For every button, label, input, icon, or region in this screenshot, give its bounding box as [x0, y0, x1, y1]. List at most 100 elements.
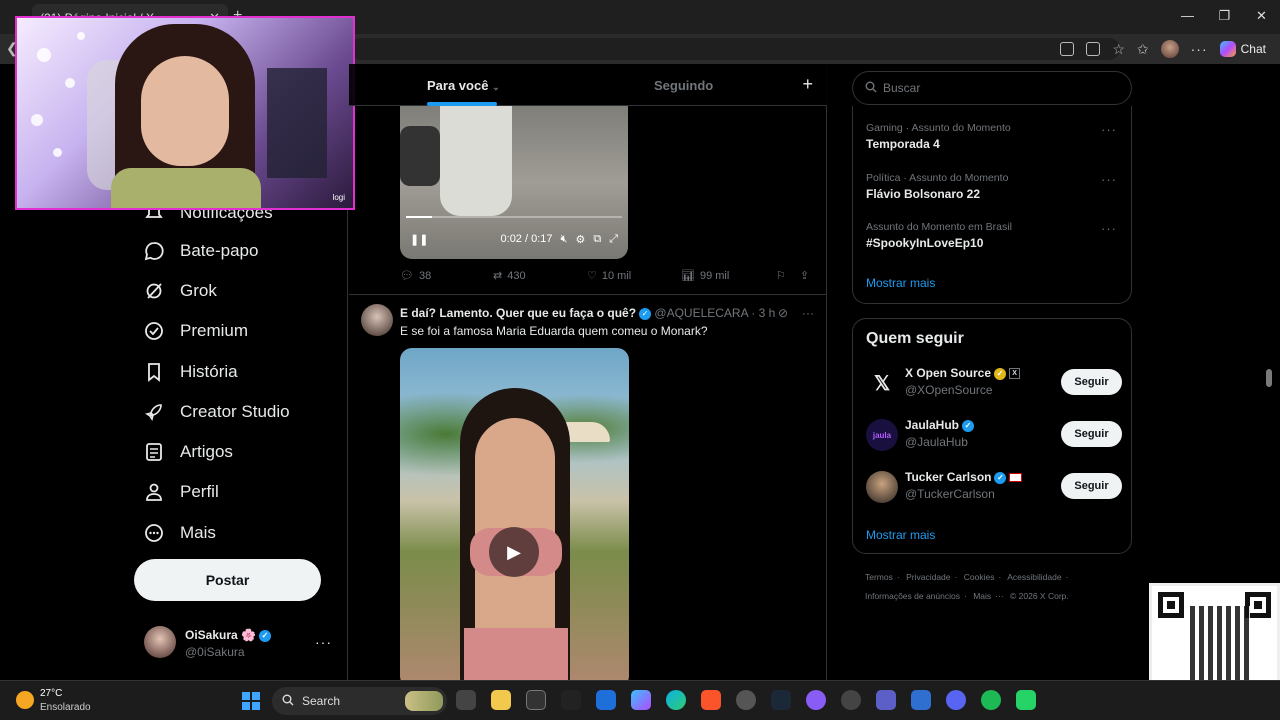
- nav-item-bate-papo[interactable]: Bate-papo: [144, 238, 258, 264]
- account-more-icon[interactable]: ···: [315, 634, 332, 650]
- tab-seguindo[interactable]: Seguindo: [654, 78, 713, 93]
- account-name-row: OiSakura 🌸 ✓: [185, 628, 271, 642]
- pause-icon[interactable]: ❚❚: [410, 233, 428, 246]
- tweet-divider: [349, 294, 827, 295]
- trend-item[interactable]: Assunto do Momento em Brasil #SpookyInLo…: [866, 221, 1012, 250]
- favorite-star-icon[interactable]: ☆: [1112, 41, 1125, 58]
- app-icon[interactable]: [736, 690, 756, 710]
- who-show-more-link[interactable]: Mostrar mais: [866, 528, 935, 542]
- nav-item-mais[interactable]: Mais: [144, 520, 216, 546]
- video-progress-bar[interactable]: [406, 216, 622, 218]
- x-logo-icon: 𝕏: [866, 367, 898, 399]
- footer-terms-link[interactable]: Termos: [865, 572, 893, 582]
- url-field[interactable]: [350, 38, 1120, 60]
- like-button[interactable]: ♡ 10 mil: [587, 269, 631, 283]
- steam-icon[interactable]: [771, 690, 791, 710]
- nav-label: Grok: [180, 281, 217, 300]
- tweet-time[interactable]: · 3 h: [751, 306, 775, 320]
- bookmark-button[interactable]: ⚐: [776, 269, 786, 282]
- trend-meta: Política · Assunto do Momento: [866, 172, 1009, 184]
- search-highlight-image: [405, 691, 443, 711]
- suggestion-name: JaulaHub: [905, 418, 960, 432]
- settings-icon[interactable]: ⚙: [575, 233, 585, 246]
- minimize-button[interactable]: —: [1169, 0, 1206, 34]
- trend-item[interactable]: Gaming · Assunto do Momento Temporada 4: [866, 122, 1011, 151]
- tweet-video-player[interactable]: ❚❚ 0:02 / 0:17 🔇︎ ⚙ ⧉ ⤢: [400, 106, 628, 259]
- share-icon[interactable]: ⇪: [800, 269, 809, 282]
- taskbar-search[interactable]: Search: [272, 687, 447, 715]
- footer-cookies-link[interactable]: Cookies: [964, 572, 995, 582]
- follow-button[interactable]: Seguir: [1061, 369, 1122, 395]
- scrollbar-thumb[interactable]: [1266, 369, 1272, 387]
- tab-para-voce[interactable]: Para você ⌄: [427, 78, 500, 93]
- search-input[interactable]: Buscar: [852, 71, 1132, 105]
- file-explorer-icon[interactable]: [491, 690, 511, 710]
- app-icon[interactable]: [526, 690, 546, 710]
- follow-button[interactable]: Seguir: [1061, 473, 1122, 499]
- nav-item-creator-studio[interactable]: Creator Studio: [144, 399, 290, 425]
- trend-more-icon[interactable]: ···: [1101, 172, 1117, 187]
- account-switcher[interactable]: OiSakura 🌸 ✓ @0iSakura ···: [144, 626, 334, 660]
- copilot-icon[interactable]: [631, 690, 651, 710]
- app-icon[interactable]: [841, 690, 861, 710]
- reply-button[interactable]: 💬︎ 38: [400, 269, 431, 283]
- favorites-icon[interactable]: ✩: [1137, 41, 1149, 58]
- reader-icon[interactable]: [1086, 42, 1101, 56]
- brave-icon[interactable]: [701, 690, 721, 710]
- windows-start-icon[interactable]: [242, 692, 260, 710]
- extension-icon[interactable]: [1060, 42, 1075, 56]
- tweet-video-player[interactable]: ▶: [400, 348, 629, 680]
- footer-ads-info-link[interactable]: Informações de anúncios: [865, 591, 960, 601]
- retweet-button[interactable]: ⇄ 430: [493, 269, 526, 283]
- play-icon[interactable]: ▶: [489, 527, 539, 577]
- follow-button[interactable]: Seguir: [1061, 421, 1122, 447]
- grok-icon[interactable]: ⊘: [778, 306, 788, 320]
- close-window-button[interactable]: ✕: [1243, 0, 1280, 34]
- edge-icon[interactable]: [666, 690, 686, 710]
- footer-privacy-link[interactable]: Privacidade: [906, 572, 950, 582]
- mute-icon[interactable]: 🔇︎: [561, 233, 568, 246]
- tweet-author-handle[interactable]: @AQUELECARA: [654, 306, 748, 320]
- trend-item[interactable]: Política · Assunto do Momento Flávio Bol…: [866, 172, 1008, 201]
- task-view-icon[interactable]: [456, 690, 476, 710]
- nav-item-grok[interactable]: Grok: [144, 278, 217, 304]
- video-time: 0:02 / 0:17: [500, 233, 553, 245]
- tweet-more-icon[interactable]: ···: [802, 306, 814, 320]
- tweet-author-name[interactable]: E daí? Lamento. Quer que eu faça o quê?: [400, 306, 636, 320]
- browser-menu-icon[interactable]: ···: [1191, 41, 1208, 57]
- follow-suggestion[interactable]: jaula JaulaHub ✓ @JaulaHub Seguir: [866, 418, 1122, 454]
- footer-accessibility-link[interactable]: Acessibilidade: [1007, 572, 1061, 582]
- pip-icon[interactable]: ⧉: [593, 233, 601, 246]
- footer-more-link[interactable]: Mais: [973, 591, 991, 601]
- copilot-chat-button[interactable]: Chat: [1219, 41, 1266, 57]
- add-tab-icon[interactable]: +: [802, 74, 813, 95]
- who-to-follow-title: Quem seguir: [866, 330, 964, 347]
- whatsapp-icon[interactable]: [1016, 690, 1036, 710]
- footer-sep: ·: [954, 572, 958, 582]
- microsoft-store-icon[interactable]: [596, 690, 616, 710]
- spotify-icon[interactable]: [981, 690, 1001, 710]
- maximize-button[interactable]: ❐: [1206, 0, 1243, 34]
- profile-avatar[interactable]: [1160, 40, 1179, 58]
- verified-badge-icon: ✓: [258, 629, 271, 642]
- app-icon[interactable]: [911, 690, 931, 710]
- follow-suggestion[interactable]: Tucker Carlson ✓ @TuckerCarlson Seguir: [866, 470, 1122, 506]
- trends-show-more-link[interactable]: Mostrar mais: [866, 276, 935, 290]
- trend-more-icon[interactable]: ···: [1101, 122, 1117, 137]
- video-frame-skirt: [464, 628, 568, 680]
- nav-item-historia[interactable]: História: [144, 359, 238, 385]
- app-icon[interactable]: [806, 690, 826, 710]
- post-button[interactable]: Postar: [134, 559, 321, 601]
- trend-more-icon[interactable]: ···: [1101, 221, 1117, 236]
- fullscreen-icon[interactable]: ⤢: [609, 233, 618, 246]
- weather-widget[interactable]: 27°C Ensolarado: [14, 687, 114, 715]
- nav-item-premium[interactable]: Premium: [144, 318, 248, 344]
- discord-icon[interactable]: [946, 690, 966, 710]
- epic-games-icon[interactable]: [561, 690, 581, 710]
- nav-item-perfil[interactable]: Perfil: [144, 479, 219, 505]
- avatar[interactable]: [361, 304, 393, 336]
- follow-suggestion[interactable]: 𝕏 X Open Source ✓ X @XOpenSource Seguir: [866, 366, 1122, 402]
- teams-icon[interactable]: [876, 690, 896, 710]
- nav-item-artigos[interactable]: Artigos: [144, 439, 233, 465]
- views-button[interactable]: 📊︎ 99 mil: [681, 269, 729, 283]
